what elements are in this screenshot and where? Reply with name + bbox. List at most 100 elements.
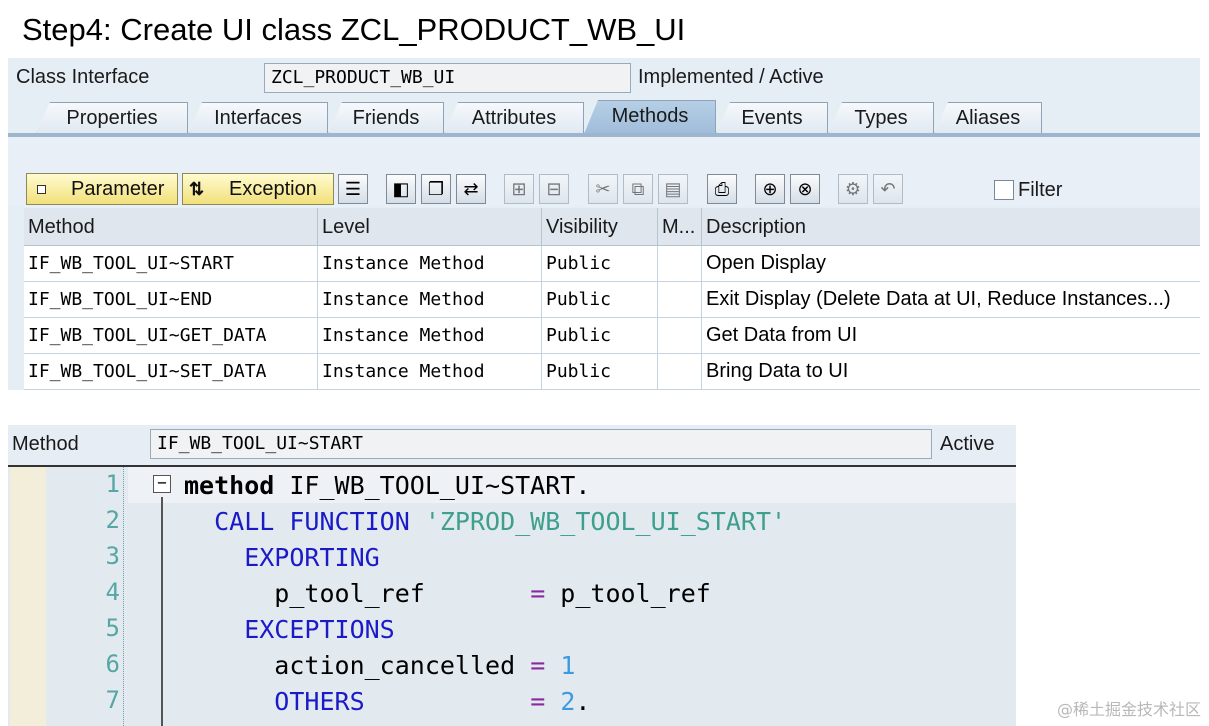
filter-label: Filter bbox=[1018, 179, 1063, 201]
cell-level[interactable]: Instance Method bbox=[318, 282, 542, 317]
method-editor-panel: Method IF_WB_TOOL_UI~START Active − 1 met… bbox=[8, 425, 1016, 726]
class-tab-strip: Properties Interfaces Friends Attributes… bbox=[8, 98, 1200, 134]
code-line[interactable]: EXCEPTIONS bbox=[184, 612, 395, 648]
code-token: EXPORTING bbox=[184, 543, 380, 572]
code-token: EXCEPTIONS bbox=[184, 615, 395, 644]
tab-aliases[interactable]: Aliases bbox=[934, 102, 1042, 134]
delete-row-icon[interactable]: ⊟ bbox=[539, 174, 569, 204]
method-label: Method bbox=[12, 433, 79, 455]
class-interface-field[interactable]: ZCL_PRODUCT_WB_UI bbox=[264, 63, 631, 93]
code-token: 1 bbox=[560, 651, 576, 680]
filter-checkbox[interactable] bbox=[994, 180, 1014, 200]
cell-visibility[interactable]: Public bbox=[542, 354, 658, 389]
page-heading: Step4: Create UI class ZCL_PRODUCT_WB_UI bbox=[22, 12, 686, 47]
table-row[interactable]: IF_WB_TOOL_UI~START Instance Method Publ… bbox=[24, 246, 1200, 282]
cell-method[interactable]: IF_WB_TOOL_UI~START bbox=[24, 246, 318, 281]
methods-table: Method Level Visibility M... Description… bbox=[24, 208, 1200, 390]
tab-friends[interactable]: Friends bbox=[328, 102, 444, 134]
line-number: 2 bbox=[105, 506, 120, 534]
copy-icon[interactable]: ⧉ bbox=[623, 174, 653, 204]
line-number: 7 bbox=[105, 686, 120, 714]
cell-m[interactable] bbox=[658, 246, 702, 281]
code-line[interactable]: action_cancelled = 1 bbox=[184, 648, 575, 684]
cell-visibility[interactable]: Public bbox=[542, 282, 658, 317]
cell-m[interactable] bbox=[658, 282, 702, 317]
exception-button-label: Exception bbox=[229, 178, 317, 200]
code-token: p_tool_ref bbox=[184, 579, 531, 608]
editor-gutter-strip bbox=[10, 467, 46, 726]
copy-object-icon[interactable]: ❐ bbox=[421, 174, 451, 204]
tab-events[interactable]: Events bbox=[716, 102, 828, 134]
cell-method[interactable]: IF_WB_TOOL_UI~END bbox=[24, 282, 318, 317]
code-line[interactable]: EXPORTING bbox=[184, 540, 380, 576]
find-next-icon[interactable]: ⊗ bbox=[790, 174, 820, 204]
code-line[interactable]: p_tool_ref = p_tool_ref bbox=[184, 576, 711, 612]
table-row[interactable]: IF_WB_TOOL_UI~SET_DATA Instance Method P… bbox=[24, 354, 1200, 390]
cell-method[interactable]: IF_WB_TOOL_UI~SET_DATA bbox=[24, 354, 318, 389]
cell-description[interactable]: Exit Display (Delete Data at UI, Reduce … bbox=[702, 282, 1200, 317]
method-name-field[interactable]: IF_WB_TOOL_UI~START bbox=[150, 429, 932, 459]
code-token: method bbox=[184, 471, 275, 500]
code-token: . bbox=[575, 687, 591, 716]
undo-icon[interactable]: ↶ bbox=[873, 174, 903, 204]
code-token: OTHERS bbox=[184, 687, 531, 716]
column-header-description[interactable]: Description bbox=[702, 208, 1200, 246]
table-row[interactable]: IF_WB_TOOL_UI~GET_DATA Instance Method P… bbox=[24, 318, 1200, 354]
class-interface-label: Class Interface bbox=[16, 66, 150, 88]
tab-interfaces[interactable]: Interfaces bbox=[188, 102, 328, 134]
cell-method[interactable]: IF_WB_TOOL_UI~GET_DATA bbox=[24, 318, 318, 353]
code-token: 'ZPROD_WB_TOOL_UI_START' bbox=[424, 507, 787, 536]
code-token: = bbox=[530, 687, 546, 716]
cell-m[interactable] bbox=[658, 318, 702, 353]
cell-description[interactable]: Bring Data to UI bbox=[702, 354, 1200, 389]
watermark-text: @稀土掘金技术社区 bbox=[1056, 700, 1201, 719]
code-line[interactable]: CALL FUNCTION 'ZPROD_WB_TOOL_UI_START' bbox=[184, 504, 786, 540]
table-row[interactable]: IF_WB_TOOL_UI~END Instance Method Public… bbox=[24, 282, 1200, 318]
exception-button[interactable]: ⇅ Exception bbox=[182, 173, 334, 205]
paste-icon[interactable]: ▤ bbox=[658, 174, 688, 204]
cell-description[interactable]: Open Display bbox=[702, 246, 1200, 281]
method-status-text: Active bbox=[940, 433, 995, 455]
column-header-visibility[interactable]: Visibility bbox=[542, 208, 658, 246]
settings-icon[interactable]: ⚙ bbox=[838, 174, 868, 204]
tab-attributes[interactable]: Attributes bbox=[444, 102, 584, 134]
print-icon[interactable]: ⎙ bbox=[707, 174, 737, 204]
class-header-row: Class Interface ZCL_PRODUCT_WB_UI Implem… bbox=[8, 58, 1200, 98]
line-number: 3 bbox=[105, 542, 120, 570]
tab-methods[interactable]: Methods bbox=[584, 100, 716, 134]
column-header-level[interactable]: Level bbox=[318, 208, 542, 246]
code-editor[interactable]: − 1 method IF_WB_TOOL_UI~START. 2 CALL FUN… bbox=[8, 465, 1016, 726]
tab-properties[interactable]: Properties bbox=[36, 102, 188, 134]
line-number: 4 bbox=[105, 578, 120, 606]
column-header-m[interactable]: M... bbox=[658, 208, 702, 246]
insert-row-icon[interactable]: ⊞ bbox=[504, 174, 534, 204]
class-builder-panel: Class Interface ZCL_PRODUCT_WB_UI Implem… bbox=[8, 58, 1200, 390]
display-icon[interactable]: ◧ bbox=[386, 174, 416, 204]
code-token: 2 bbox=[560, 687, 576, 716]
find-icon[interactable]: ⊕ bbox=[755, 174, 785, 204]
cell-level[interactable]: Instance Method bbox=[318, 354, 542, 389]
code-token: = bbox=[530, 579, 546, 608]
cell-description[interactable]: Get Data from UI bbox=[702, 318, 1200, 353]
cell-level[interactable]: Instance Method bbox=[318, 318, 542, 353]
code-token: = bbox=[530, 651, 546, 680]
cell-visibility[interactable]: Public bbox=[542, 246, 658, 281]
cut-icon[interactable]: ✂ bbox=[588, 174, 618, 204]
collapse-block-icon[interactable]: − bbox=[153, 475, 171, 493]
parameter-button[interactable]: Parameter bbox=[26, 173, 178, 205]
tab-types[interactable]: Types bbox=[828, 102, 934, 134]
code-line[interactable]: OTHERS = 2. bbox=[184, 684, 590, 720]
exception-icon: ⇅ bbox=[189, 179, 205, 199]
cell-visibility[interactable]: Public bbox=[542, 318, 658, 353]
line-number: 1 bbox=[105, 470, 120, 498]
code-token: p_tool_ref bbox=[545, 579, 711, 608]
column-header-method[interactable]: Method bbox=[24, 208, 318, 246]
cell-m[interactable] bbox=[658, 354, 702, 389]
details-icon[interactable]: ☰ bbox=[338, 174, 368, 204]
navigate-icon[interactable]: ⇄ bbox=[456, 174, 486, 204]
block-guide-line bbox=[161, 497, 163, 726]
code-line[interactable]: method IF_WB_TOOL_UI~START. bbox=[184, 468, 590, 504]
cell-level[interactable]: Instance Method bbox=[318, 246, 542, 281]
